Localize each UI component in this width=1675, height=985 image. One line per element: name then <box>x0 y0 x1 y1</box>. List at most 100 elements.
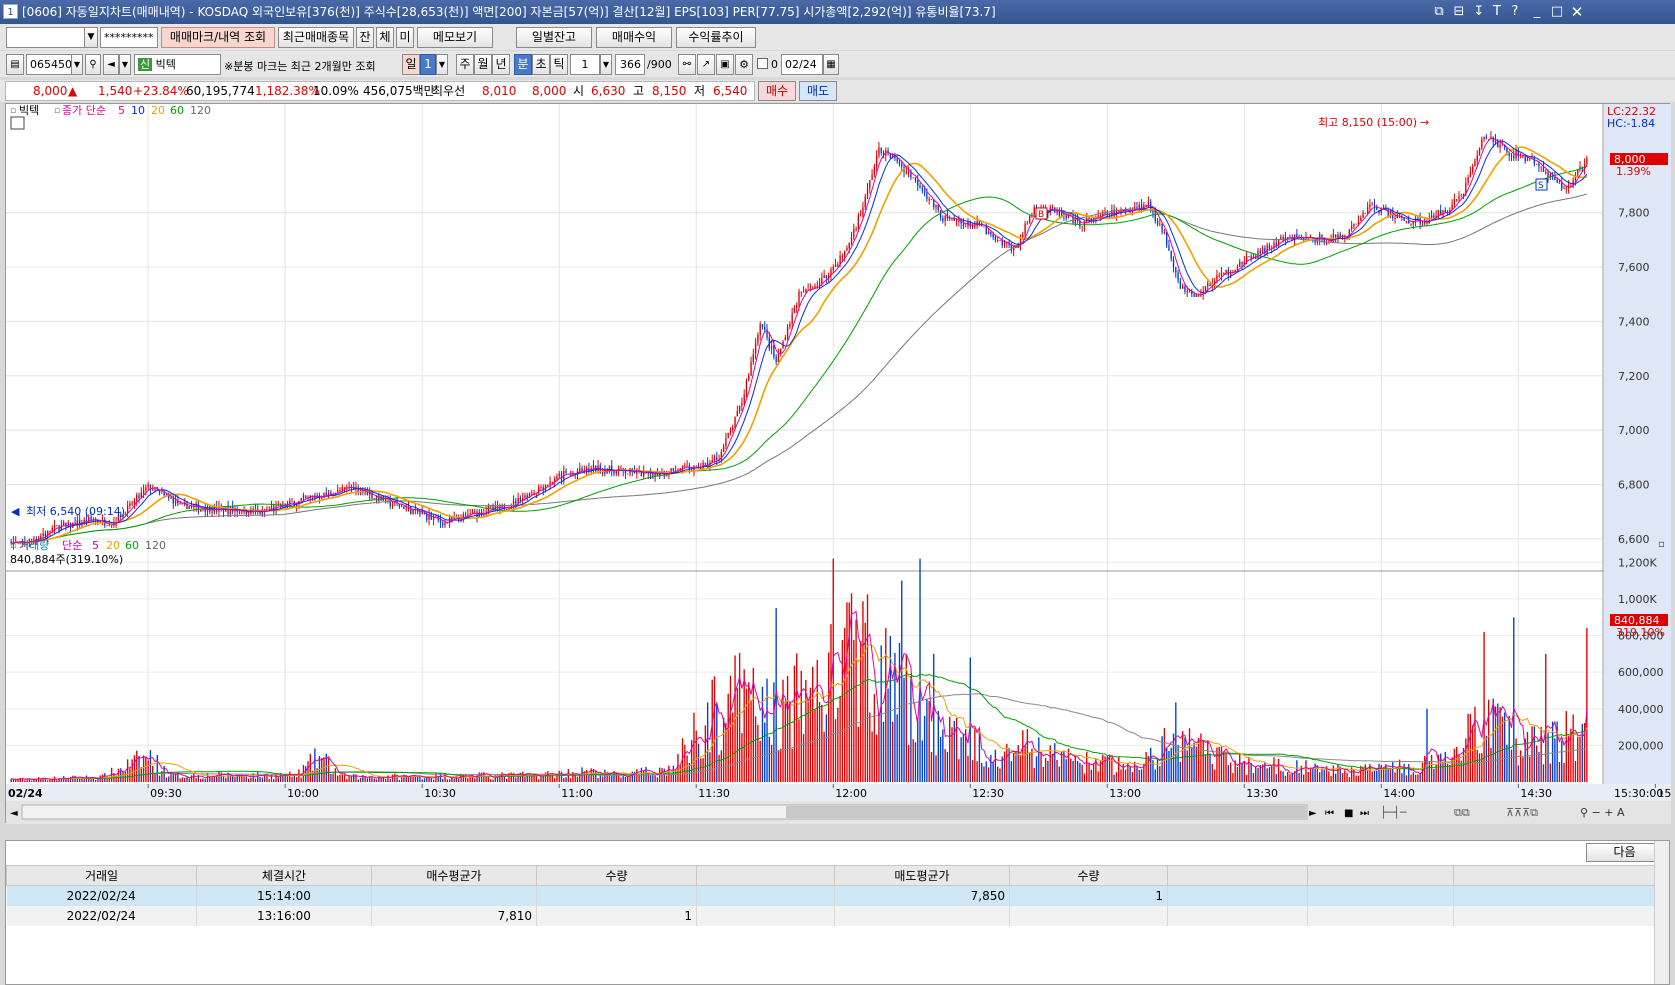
indicator-icon[interactable]: ⚯ <box>678 54 696 75</box>
window-tile-icon[interactable]: ⧉⧉ <box>1454 806 1470 819</box>
grid-table-icon[interactable] <box>10 116 25 130</box>
volume-bar <box>1241 763 1243 782</box>
speaker-icon[interactable]: ◄ <box>103 54 119 75</box>
candle-body <box>834 264 837 268</box>
candle-body <box>1245 256 1248 262</box>
volume-bar <box>1538 752 1540 782</box>
stop-icon[interactable]: ■ <box>1344 808 1353 819</box>
return-trend-button[interactable]: 수익률추이 <box>676 27 756 48</box>
table-row[interactable]: 2022/02/24 15:14:00 7,850 1 <box>6 885 1656 906</box>
vol-legend-toggle-icon[interactable]: ▫ <box>10 541 16 551</box>
period-second-button[interactable]: 초 <box>532 54 550 75</box>
save-icon[interactable]: ▣ <box>716 54 734 75</box>
balance-button[interactable]: 잔 <box>356 27 374 48</box>
period-day-count[interactable]: 1 <box>420 54 436 75</box>
legend-toggle-icon[interactable]: ▫ <box>10 106 16 116</box>
volume-bar <box>976 761 978 782</box>
pane-maximize-icon[interactable]: ▫ <box>1658 539 1665 550</box>
trade-profit-button[interactable]: 매매수익 <box>596 27 672 48</box>
sell-button[interactable]: 매도 <box>799 81 837 101</box>
candle-body <box>161 492 163 494</box>
minute-mark-notice: ※분봉 마크는 최근 2개월만 조회 <box>224 60 376 73</box>
search-icon[interactable]: ⚲ <box>85 54 101 75</box>
execution-button[interactable]: 체 <box>376 27 394 48</box>
minimize-icon[interactable]: _ <box>1528 0 1546 24</box>
volume-bar <box>864 622 866 782</box>
table-row[interactable]: 2022/02/24 13:16:00 7,810 1 <box>6 905 1656 926</box>
close-icon[interactable]: ✕ <box>1568 0 1586 24</box>
volume-bar <box>611 775 613 782</box>
calendar-icon[interactable]: ▦ <box>823 54 839 75</box>
last-page-icon[interactable]: ⏭ <box>1360 808 1369 819</box>
volume-bar <box>1047 760 1049 782</box>
unfilled-button[interactable]: 미 <box>396 27 414 48</box>
text-icon[interactable]: T <box>1488 0 1506 24</box>
candle-body <box>1510 155 1513 157</box>
interval-dropdown-icon[interactable]: ▼ <box>600 54 612 75</box>
ma-toggle-icon[interactable]: ▫ <box>54 106 60 116</box>
trade-mark-query-button[interactable]: 매매마크/내역 조회 <box>161 27 275 48</box>
volume-bar <box>1038 737 1040 782</box>
draw-tool-icon[interactable]: ↗ <box>697 54 715 75</box>
volume-bar <box>764 722 766 782</box>
volume-bar <box>1364 764 1367 782</box>
volume-bar <box>720 750 723 782</box>
candle-body <box>1321 234 1323 238</box>
period-year-button[interactable]: 년 <box>492 54 510 75</box>
window-number-badge[interactable]: 1 <box>3 4 18 19</box>
col-blank-4 <box>1453 865 1656 886</box>
stock-name-field[interactable]: 신 빅텍 <box>134 54 221 75</box>
account-select[interactable] <box>6 27 90 48</box>
code-dropdown-icon[interactable]: ▼ <box>71 54 83 75</box>
zoom-icons[interactable]: ⚲ − + A <box>1580 806 1625 819</box>
scrollbar-thumb[interactable] <box>786 806 1306 818</box>
count-input[interactable]: 366 <box>615 54 645 75</box>
date-input[interactable]: 02/24 <box>781 54 823 75</box>
restore-icon[interactable]: ⧉ <box>1430 0 1448 24</box>
volume-bar <box>553 778 556 782</box>
stock-code-input[interactable]: 065450 <box>26 54 76 75</box>
period-minute-button[interactable]: 분 <box>514 54 532 75</box>
chart-area[interactable]: 7,800 7,600 7,400 7,200 7,000 6,800 6,600 1,20… <box>5 103 1675 824</box>
recent-trade-button[interactable]: 최근매매종목 <box>278 27 354 48</box>
scroll-right-icon[interactable]: ► <box>1309 808 1317 819</box>
candle-body <box>1485 136 1488 140</box>
candle-body <box>174 500 177 504</box>
volume-bar <box>384 779 387 782</box>
period-month-button[interactable]: 월 <box>474 54 492 75</box>
volume-bar <box>149 750 152 782</box>
font-icon[interactable]: ↧ <box>1470 0 1488 24</box>
maximize-icon[interactable]: □ <box>1548 0 1566 24</box>
period-tick-button[interactable]: 틱 <box>550 54 568 75</box>
password-field[interactable]: ********* <box>100 27 158 48</box>
volume-ratio: 1,182.38% <box>255 84 320 98</box>
interval-input[interactable]: 1 <box>570 54 600 75</box>
buy-button[interactable]: 매수 <box>758 81 796 101</box>
next-button[interactable]: 다음 <box>1586 843 1663 862</box>
first-page-icon[interactable]: ⏮ <box>1325 808 1334 819</box>
time-tick-label: 12:00 <box>835 787 867 800</box>
pin-icon[interactable]: ⊟ <box>1450 0 1468 24</box>
memo-button[interactable]: 메모보기 <box>417 27 493 48</box>
volume-bar <box>492 779 494 782</box>
date-checkbox[interactable] <box>757 58 768 69</box>
speaker-dropdown-icon[interactable]: ▼ <box>119 54 131 75</box>
day-count-dropdown-icon[interactable]: ▼ <box>436 54 448 75</box>
account-dropdown-icon[interactable]: ▼ <box>84 27 98 48</box>
period-week-button[interactable]: 주 <box>456 54 474 75</box>
volume-bar <box>90 779 92 782</box>
zoom-slider-icon[interactable]: ├─┤─ <box>1380 805 1407 819</box>
volume-bar <box>1072 760 1074 782</box>
vertical-scrollbar[interactable] <box>1654 841 1669 984</box>
gear-icon[interactable]: ⚙ <box>735 54 753 75</box>
daily-balance-button[interactable]: 일별잔고 <box>516 27 592 48</box>
scroll-left-icon[interactable]: ◄ <box>10 808 18 819</box>
period-day-button[interactable]: 일 <box>402 54 420 75</box>
volume-bar <box>937 711 939 782</box>
chart-svg[interactable]: 7,800 7,600 7,400 7,200 7,000 6,800 6,600 1,20… <box>6 104 1675 824</box>
volume-bar <box>617 775 620 782</box>
help-icon[interactable]: ? <box>1506 0 1524 24</box>
chart-icon[interactable]: ▤ <box>6 54 24 75</box>
volume-bar <box>524 776 526 782</box>
tool-icons[interactable]: ⊼⊼⊼⧉ <box>1506 806 1538 819</box>
